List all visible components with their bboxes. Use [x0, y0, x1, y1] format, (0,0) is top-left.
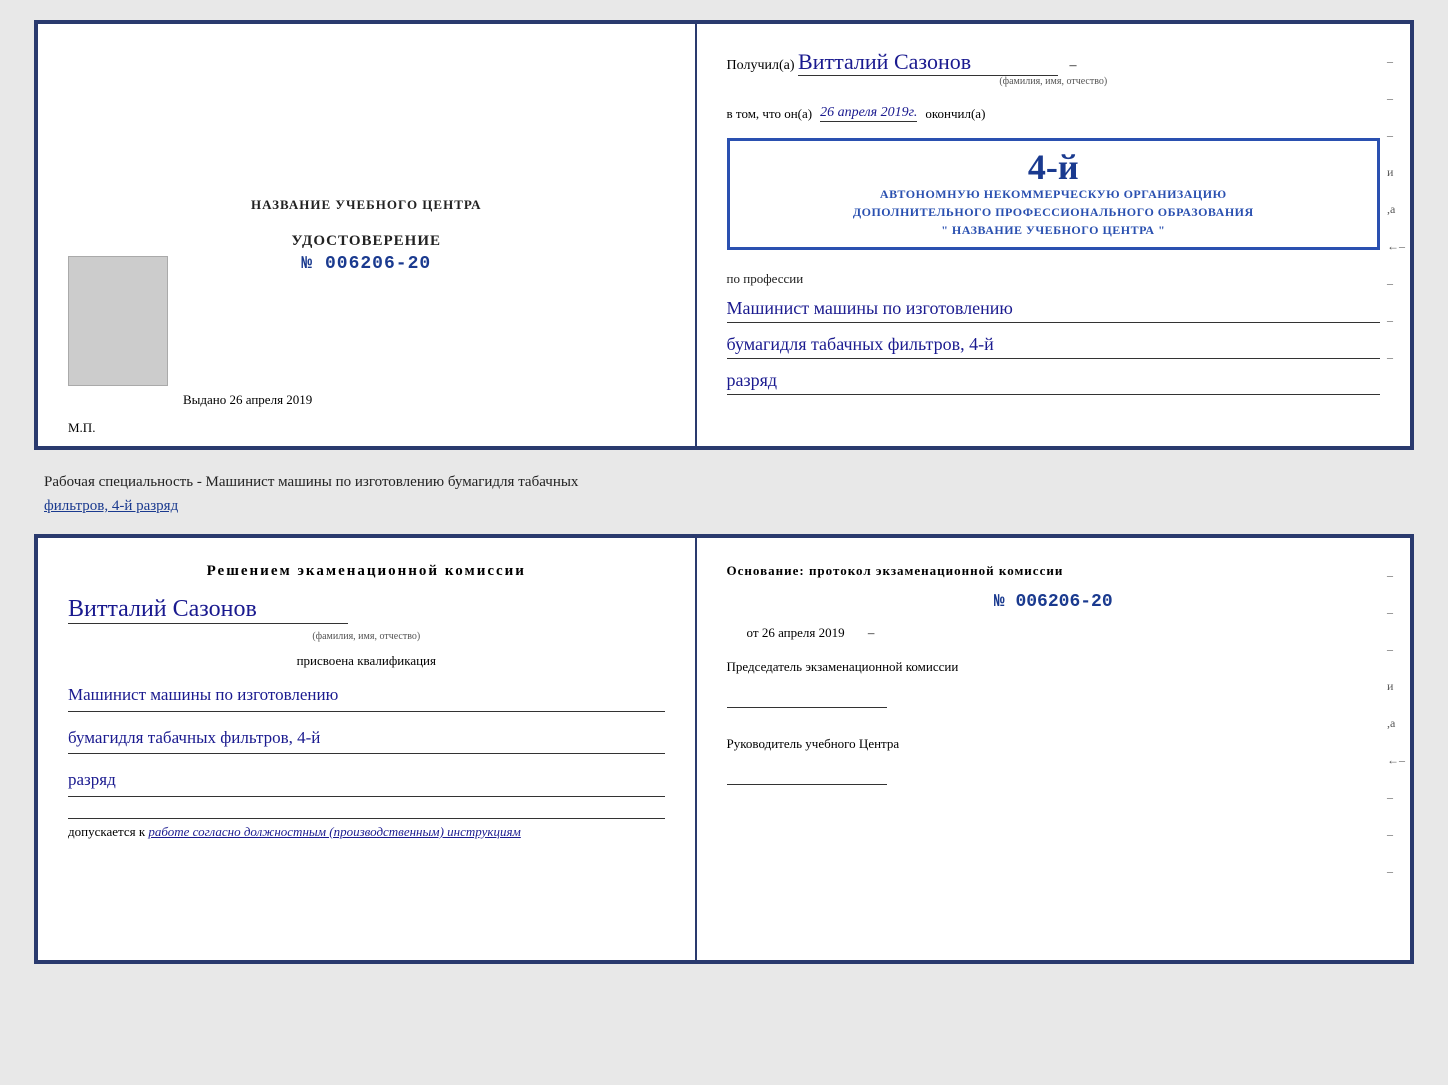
qual-line1: Машинист машины по изготовлению [68, 680, 665, 712]
certificate-bottom: Решением экаменационной комиссии Виттали… [34, 534, 1414, 964]
stamp-block: 4-й АВТОНОМНУЮ НЕКОММЕРЧЕСКУЮ ОРГАНИЗАЦИ… [727, 138, 1380, 250]
resheniem-title: Решением экаменационной комиссии [68, 563, 665, 580]
udost-number: № 006206-20 [301, 254, 431, 274]
rukovoditel-text: Руководитель учебного Центра [727, 736, 1380, 752]
photo-placeholder [68, 256, 168, 386]
rukovoditel-sign-line [727, 765, 887, 785]
bottom-right-panel: Основание: протокол экзаменационной коми… [697, 538, 1410, 960]
dopusk-prefix: допускается к [68, 824, 145, 839]
vydano-date: 26 апреля 2019 [230, 392, 313, 407]
bottom-fio-name: Витталий Сазонов [68, 596, 348, 624]
middle-main: Рабочая специальность - Машинист машины … [44, 474, 578, 490]
qual-line3: разряд [68, 765, 665, 797]
predsedatel-text: Председатель экзаменационной комиссии [727, 659, 1380, 675]
cert-left-panel: НАЗВАНИЕ УЧЕБНОГО ЦЕНТРА УДОСТОВЕРЕНИЕ №… [38, 24, 697, 446]
profession-label: по профессии [727, 271, 1380, 287]
qual-line2: бумагидля табачных фильтров, 4-й [68, 723, 665, 755]
mp-label: М.П. [68, 420, 95, 436]
vydano-line: Выдано 26 апреля 2019 [183, 392, 312, 408]
vtom-label: в том, что он(а) [727, 106, 813, 122]
center-title: НАЗВАНИЕ УЧЕБНОГО ЦЕНТРА [251, 197, 482, 213]
ot-date-line: от 26 апреля 2019 – [747, 625, 1380, 641]
bottom-right-dashes: – – – и ,а ←– – – – [1387, 568, 1405, 879]
poluchil-line: Получил(а) Витталий Сазонов – (фамилия, … [727, 49, 1380, 87]
fio-bottom-sublabel: (фамилия, имя, отчество) [68, 631, 665, 642]
prisvoen-label: присвоена квалификация [68, 653, 665, 669]
dopusk-text: допускается к работе согласно должностны… [68, 818, 665, 840]
vydano-label: Выдано [183, 392, 226, 407]
udost-label: УДОСТОВЕРЕНИЕ [292, 233, 442, 250]
stamp-line2: ДОПОЛНИТЕЛЬНОГО ПРОФЕССИОНАЛЬНОГО ОБРАЗО… [742, 203, 1365, 221]
middle-text: Рабочая специальность - Машинист машины … [34, 462, 1414, 526]
fio-sub-label: (фамилия, имя, отчество) [727, 76, 1380, 87]
stamp-number: 4-й [742, 149, 1365, 185]
stamp-line1: АВТОНОМНУЮ НЕКОММЕРЧЕСКУЮ ОРГАНИЗАЦИЮ [742, 185, 1365, 203]
okonchil-text: окончил(а) [925, 106, 985, 122]
predsedatel-sign-line [727, 688, 887, 708]
vtom-date: 26 апреля 2019г. [820, 105, 917, 122]
fio-bottom-line: Витталий Сазонов [68, 596, 665, 624]
bottom-left-panel: Решением экаменационной комиссии Виттали… [38, 538, 697, 960]
dopusk-italic: работе согласно должностным (производств… [148, 824, 520, 839]
middle-underline: фильтров, 4-й разряд [44, 498, 178, 514]
profession-line3: разряд [727, 367, 1380, 395]
profession-line1: Машинист машины по изготовлению [727, 295, 1380, 323]
profession-line2: бумагидля табачных фильтров, 4-й [727, 331, 1380, 359]
ot-label: от [747, 625, 759, 640]
ot-date: 26 апреля 2019 [762, 625, 845, 640]
recipient-name: Витталий Сазонов [798, 49, 1058, 76]
poluchil-label: Получил(а) [727, 58, 795, 73]
osnov-text: Основание: протокол экзаменационной коми… [727, 563, 1380, 579]
vtom-line: в том, что он(а) 26 апреля 2019г. окончи… [727, 105, 1380, 122]
stamp-line3: " НАЗВАНИЕ УЧЕБНОГО ЦЕНТРА " [742, 221, 1365, 239]
right-dashes: – – – и ,а ←– – – – [1387, 54, 1405, 365]
protocol-number: № 006206-20 [727, 592, 1380, 612]
certificate-top: НАЗВАНИЕ УЧЕБНОГО ЦЕНТРА УДОСТОВЕРЕНИЕ №… [34, 20, 1414, 450]
cert-right-panel: Получил(а) Витталий Сазонов – (фамилия, … [697, 24, 1410, 446]
